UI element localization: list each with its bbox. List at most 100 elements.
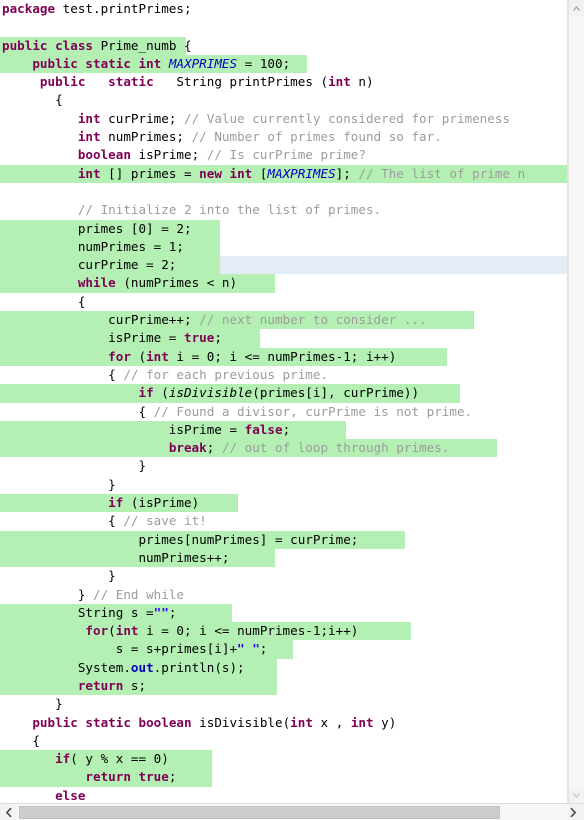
code-token-pln (2, 166, 78, 181)
code-token-kw: if (138, 385, 154, 401)
scroll-up-icon[interactable] (569, 0, 584, 16)
code-token-kw: if (55, 751, 71, 767)
vertical-scrollbar-track[interactable] (569, 16, 584, 787)
code-line[interactable]: public class Prime_numb { (0, 36, 567, 55)
code-line[interactable]: public static int MAXPRIMES = 100; (0, 54, 567, 74)
code-line[interactable]: int curPrime; // Value currently conside… (0, 110, 567, 128)
code-token-pln: System. (2, 659, 131, 675)
vertical-scrollbar[interactable] (568, 0, 584, 803)
code-line[interactable]: isPrime = true; (0, 329, 567, 348)
code-line[interactable]: numPrimes = 1; (0, 237, 567, 257)
code-line[interactable]: { (0, 732, 567, 750)
code-text-area[interactable]: package test.printPrimes; public class Pr… (0, 0, 568, 803)
code-line[interactable]: primes[numPrimes] = curPrime; (0, 530, 567, 549)
code-token-pln: ( (153, 385, 169, 401)
code-line-text: for(int i = 0; i <= numPrimes-1;i++) (0, 622, 358, 640)
code-token-pln: } (2, 586, 93, 602)
code-line-text: } (0, 476, 116, 494)
code-line[interactable]: // Initialize 2 into the list of primes. (0, 201, 567, 219)
code-line[interactable]: { // Found a divisor, curPrime is not pr… (0, 403, 567, 421)
horizontal-scrollbar-thumb[interactable] (19, 806, 500, 819)
code-line-text: while (numPrimes < n) (0, 274, 237, 292)
code-line[interactable]: return s; (0, 676, 567, 696)
code-line-text: numPrimes = 1; (0, 238, 184, 256)
code-token-cmt: // Initialize 2 into the list of primes. (77, 202, 382, 218)
code-line[interactable]: } (0, 695, 567, 713)
code-token-pln (2, 275, 78, 290)
code-token-cmt: // Found a divisor, curPrime is not prim… (153, 403, 473, 419)
code-token-kw: int (77, 129, 101, 145)
code-line[interactable]: curPrime++; // next number to consider .… (0, 311, 567, 330)
code-token-kw: int (290, 714, 313, 730)
code-line[interactable]: isPrime = false; (0, 420, 567, 440)
code-line[interactable]: } (0, 567, 567, 585)
code-token-pln: ; (168, 769, 177, 785)
code-line[interactable]: { // save it! (0, 512, 567, 530)
code-line[interactable]: public static boolean isDivisible(int x … (0, 714, 567, 732)
code-line[interactable] (0, 18, 567, 36)
code-line[interactable]: numPrimes++; (0, 548, 567, 568)
code-line[interactable]: } (0, 476, 567, 494)
code-line[interactable]: { (0, 293, 567, 311)
code-editor-window: package test.printPrimes; public class Pr… (0, 0, 584, 820)
code-token-pln (2, 74, 40, 89)
code-token-pln: } (2, 568, 116, 584)
code-token-kw: public static boolean (32, 714, 192, 730)
code-line[interactable]: int numPrimes; // Number of primes found… (0, 128, 567, 146)
code-token-pln: curPrime = 2; (2, 257, 177, 273)
code-token-pln: [] primes = (100, 165, 200, 181)
code-line[interactable]: String s =""; (0, 603, 567, 623)
code-line[interactable]: { (0, 91, 567, 109)
code-token-kw: break (168, 440, 207, 456)
code-line-text: package test.printPrimes; (0, 0, 192, 18)
code-line[interactable] (0, 183, 567, 201)
code-line[interactable]: { // for each previous prime. (0, 366, 567, 384)
scroll-down-icon[interactable] (569, 787, 584, 803)
code-token-pln (2, 147, 78, 162)
code-token-pln: String printPrimes ( (153, 74, 329, 90)
code-line[interactable]: int [] primes = new int [MAXPRIMES]; // … (0, 164, 567, 183)
code-line[interactable]: if (isPrime) (0, 494, 567, 513)
code-token-pln: curPrime++; (2, 312, 200, 328)
code-token-kw: int (115, 623, 139, 639)
code-line-text: } (0, 567, 116, 585)
code-line[interactable]: else (0, 787, 567, 803)
code-line[interactable]: return true; (0, 768, 567, 787)
code-line-text: } (0, 695, 63, 713)
code-line[interactable]: for(int i = 0; i <= numPrimes-1;i++) (0, 622, 567, 641)
scroll-right-icon[interactable] (566, 804, 582, 820)
code-line-text: int curPrime; // Value currently conside… (0, 110, 510, 128)
code-token-kw: int (77, 110, 101, 126)
code-token-kw: int (328, 74, 351, 90)
code-line[interactable]: if( y % x == 0) (0, 750, 567, 769)
code-token-pln: curPrime; (100, 110, 184, 126)
code-line[interactable]: package test.printPrimes; (0, 0, 567, 18)
code-line[interactable]: } // End while (0, 586, 567, 604)
code-line-text: System.out.println(s); (0, 659, 245, 677)
code-line[interactable]: curPrime = 2; (0, 256, 567, 275)
code-line[interactable]: } (0, 457, 567, 475)
code-line[interactable]: s = s+primes[i]+" "; (0, 640, 567, 659)
code-line[interactable]: for (int i = 0; i <= numPrimes-1; i++) (0, 347, 567, 366)
code-token-pln (2, 678, 78, 693)
code-token-kw: true (183, 330, 215, 346)
code-line[interactable]: boolean isPrime; // Is curPrime prime? (0, 146, 567, 164)
code-line[interactable]: if (isDivisible(primes[i], curPrime)) (0, 384, 567, 403)
code-line[interactable]: break; // out of loop through primes. (0, 439, 567, 458)
code-line[interactable]: primes [0] = 2; (0, 219, 567, 238)
code-line[interactable]: System.out.println(s); (0, 658, 567, 677)
code-line-text: public static boolean isDivisible(int x … (0, 714, 396, 732)
code-token-kw: for (108, 348, 131, 364)
code-token-pln: y) (373, 714, 397, 730)
code-token-kw: else (55, 787, 86, 803)
code-token-pln: numPrimes = 1; (2, 238, 184, 254)
scroll-left-icon[interactable] (0, 804, 16, 820)
code-token-fld: MAXPRIMES (168, 55, 238, 71)
horizontal-scrollbar[interactable] (0, 803, 584, 820)
code-token-pln: (primes[i], curPrime)) (252, 385, 420, 401)
code-token-pln: } (2, 458, 147, 474)
code-token-pln: String s = (2, 604, 154, 620)
code-line[interactable]: while (numPrimes < n) (0, 274, 567, 293)
code-line[interactable]: public static String printPrimes (int n) (0, 73, 567, 91)
code-line-text: return s; (0, 677, 146, 695)
